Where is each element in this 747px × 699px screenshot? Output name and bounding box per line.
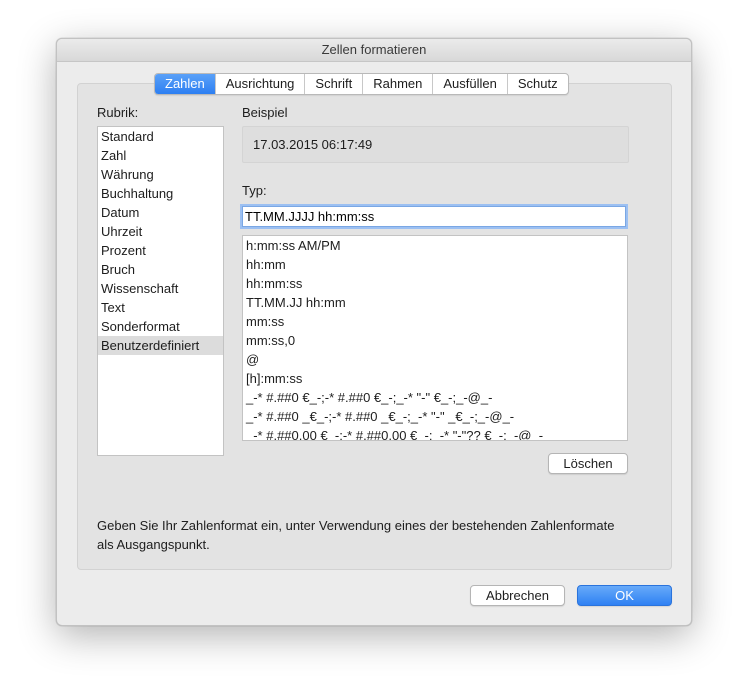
delete-button[interactable]: Löschen — [548, 453, 628, 474]
cancel-button[interactable]: Abbrechen — [470, 585, 565, 606]
category-list[interactable]: Standard Zahl Währung Buchhaltung Datum … — [97, 126, 224, 456]
format-item[interactable]: _-* #.##0 €_-;-* #.##0 €_-;_-* "-" €_-;_… — [243, 388, 627, 407]
hint-text: Geben Sie Ihr Zahlenformat ein, unter Ve… — [97, 518, 615, 552]
format-cells-dialog: Zellen formatieren Zahlen Ausrichtung Sc… — [56, 38, 692, 626]
format-item[interactable]: [h]:mm:ss — [243, 369, 627, 388]
category-item-wissenschaft[interactable]: Wissenschaft — [98, 279, 223, 298]
ok-button[interactable]: OK — [577, 585, 672, 606]
category-item-uhrzeit[interactable]: Uhrzeit — [98, 222, 223, 241]
type-label: Typ: — [242, 183, 267, 198]
tab-schrift[interactable]: Schrift — [304, 74, 362, 94]
category-item-benutzerdefiniert[interactable]: Benutzerdefiniert — [98, 336, 223, 355]
category-item-standard[interactable]: Standard — [98, 127, 223, 146]
tab-schutz[interactable]: Schutz — [506, 74, 568, 94]
category-label: Rubrik: — [97, 105, 139, 120]
format-item[interactable]: _-* #.##0 _€_-;-* #.##0 _€_-;_-* "-" _€_… — [243, 407, 627, 426]
dialog-title: Zellen formatieren — [57, 39, 691, 62]
tab-rahmen[interactable]: Rahmen — [362, 74, 432, 94]
format-list[interactable]: h:mm:ss AM/PM hh:mm hh:mm:ss TT.MM.JJ hh… — [242, 235, 628, 441]
format-item[interactable]: @ — [243, 350, 627, 369]
tab-zahlen[interactable]: Zahlen — [155, 74, 215, 94]
format-item[interactable]: mm:ss,0 — [243, 331, 627, 350]
format-item[interactable]: mm:ss — [243, 312, 627, 331]
category-item-datum[interactable]: Datum — [98, 203, 223, 222]
tab-ausfuellen[interactable]: Ausfüllen — [432, 74, 506, 94]
category-item-zahl[interactable]: Zahl — [98, 146, 223, 165]
sample-value: 17.03.2015 06:17:49 — [253, 137, 373, 152]
format-item[interactable]: hh:mm:ss — [243, 274, 627, 293]
format-type-input[interactable] — [242, 206, 626, 227]
sample-label: Beispiel — [242, 105, 288, 120]
category-item-buchhaltung[interactable]: Buchhaltung — [98, 184, 223, 203]
tab-bar: Zahlen Ausrichtung Schrift Rahmen Ausfül… — [154, 73, 569, 95]
category-item-waehrung[interactable]: Währung — [98, 165, 223, 184]
format-item[interactable]: _-* #.##0,00 €_-;-* #.##0,00 €_-;_-* "-"… — [243, 426, 627, 440]
format-item[interactable]: h:mm:ss AM/PM — [243, 236, 627, 255]
format-item[interactable]: TT.MM.JJ hh:mm — [243, 293, 627, 312]
category-item-prozent[interactable]: Prozent — [98, 241, 223, 260]
tab-ausrichtung[interactable]: Ausrichtung — [214, 74, 305, 94]
category-item-sonderformat[interactable]: Sonderformat — [98, 317, 223, 336]
sample-box: 17.03.2015 06:17:49 — [242, 126, 629, 163]
category-item-bruch[interactable]: Bruch — [98, 260, 223, 279]
category-item-text[interactable]: Text — [98, 298, 223, 317]
format-item[interactable]: hh:mm — [243, 255, 627, 274]
